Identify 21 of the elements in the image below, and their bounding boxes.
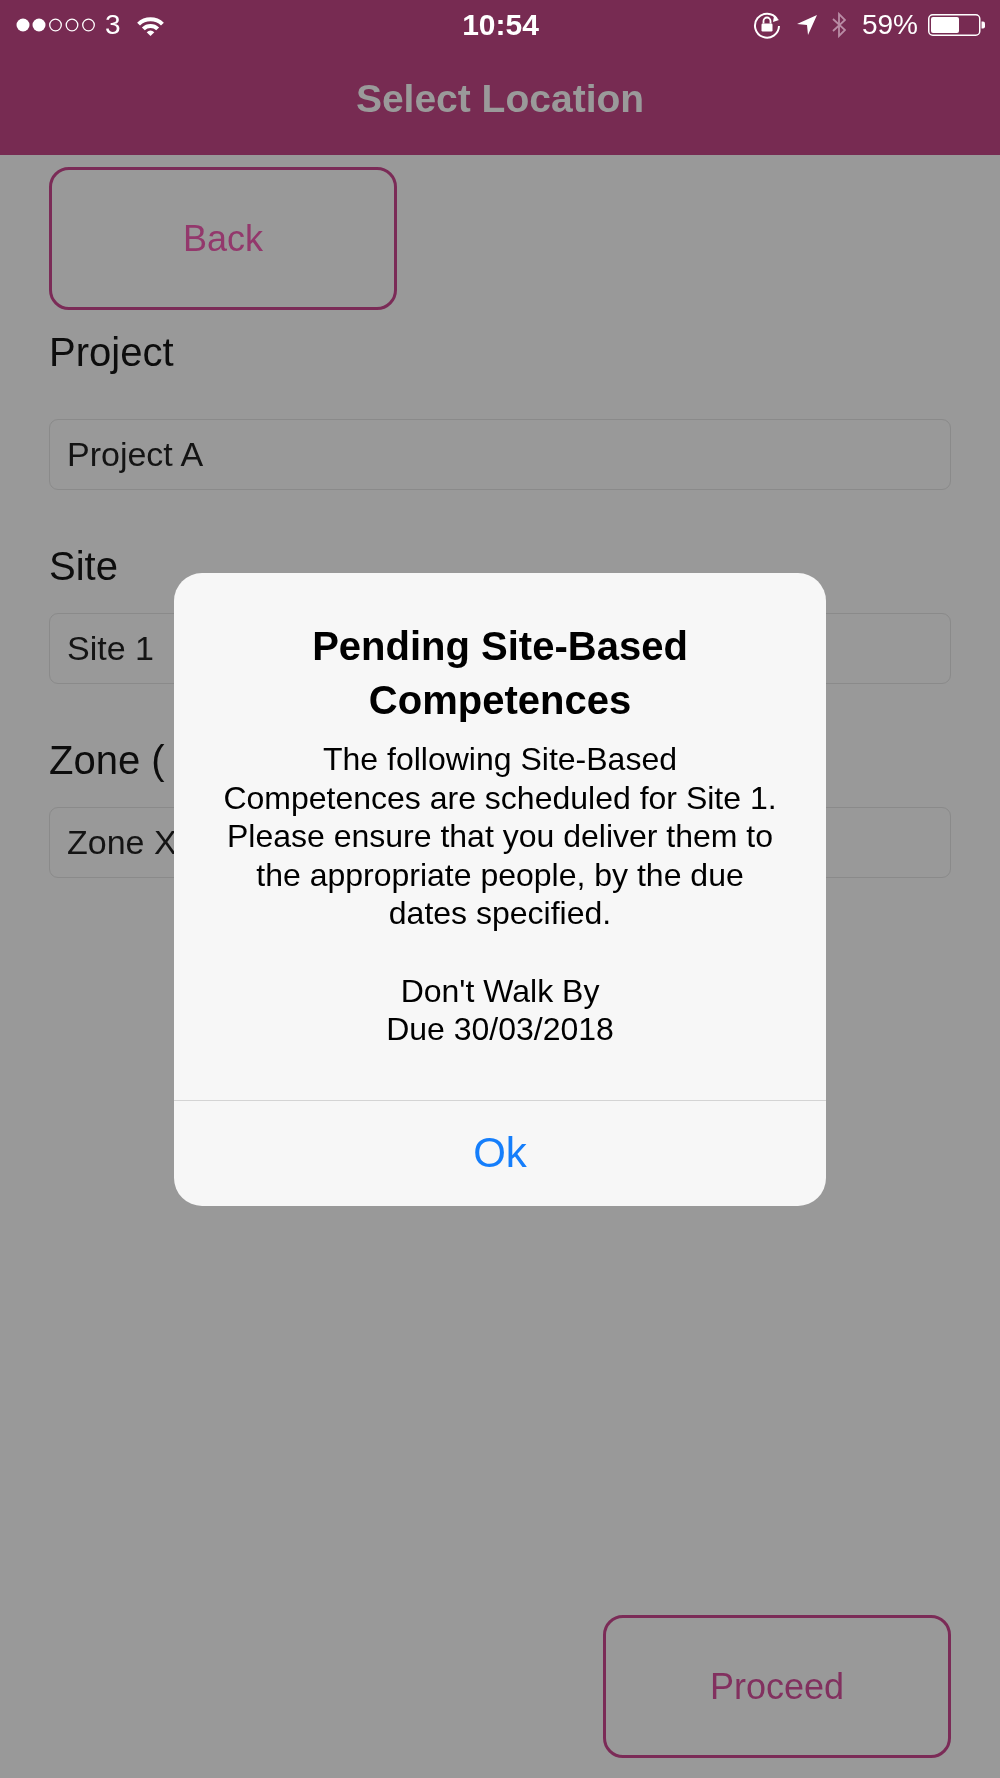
due-date: Due 30/03/2018 bbox=[386, 1010, 614, 1049]
signal-icon bbox=[16, 18, 96, 32]
alert-title: Pending Site-Based Competences bbox=[311, 623, 689, 724]
back-button[interactable]: Back bbox=[49, 167, 397, 310]
bluetooth-icon bbox=[831, 12, 846, 38]
picker-field[interactable]: Project A bbox=[49, 419, 951, 490]
location-arrow-icon bbox=[796, 15, 817, 35]
proceed-button[interactable]: Proceed bbox=[603, 1615, 951, 1758]
field-label: Site bbox=[49, 543, 118, 590]
clock-time: 10:54 bbox=[462, 10, 539, 40]
wifi-icon bbox=[135, 14, 165, 36]
dialog-button[interactable]: Ok bbox=[174, 1099, 826, 1206]
battery-icon bbox=[928, 14, 985, 36]
field-label: Project bbox=[49, 329, 174, 376]
screen-title: Select Location bbox=[355, 76, 645, 123]
carrier-name: 3 bbox=[105, 11, 121, 39]
battery-percentage: 59% bbox=[861, 11, 918, 39]
alert-message: The following Site-Based Competences are scheduled for Site 1. Please ensure that you deliver them to the appropriate people, by the due dates specified. bbox=[222, 740, 778, 933]
field-label: Zone ( bbox=[49, 737, 165, 784]
rotation-lock-icon bbox=[752, 11, 781, 39]
competence-name: Don't Walk By bbox=[400, 971, 600, 1011]
